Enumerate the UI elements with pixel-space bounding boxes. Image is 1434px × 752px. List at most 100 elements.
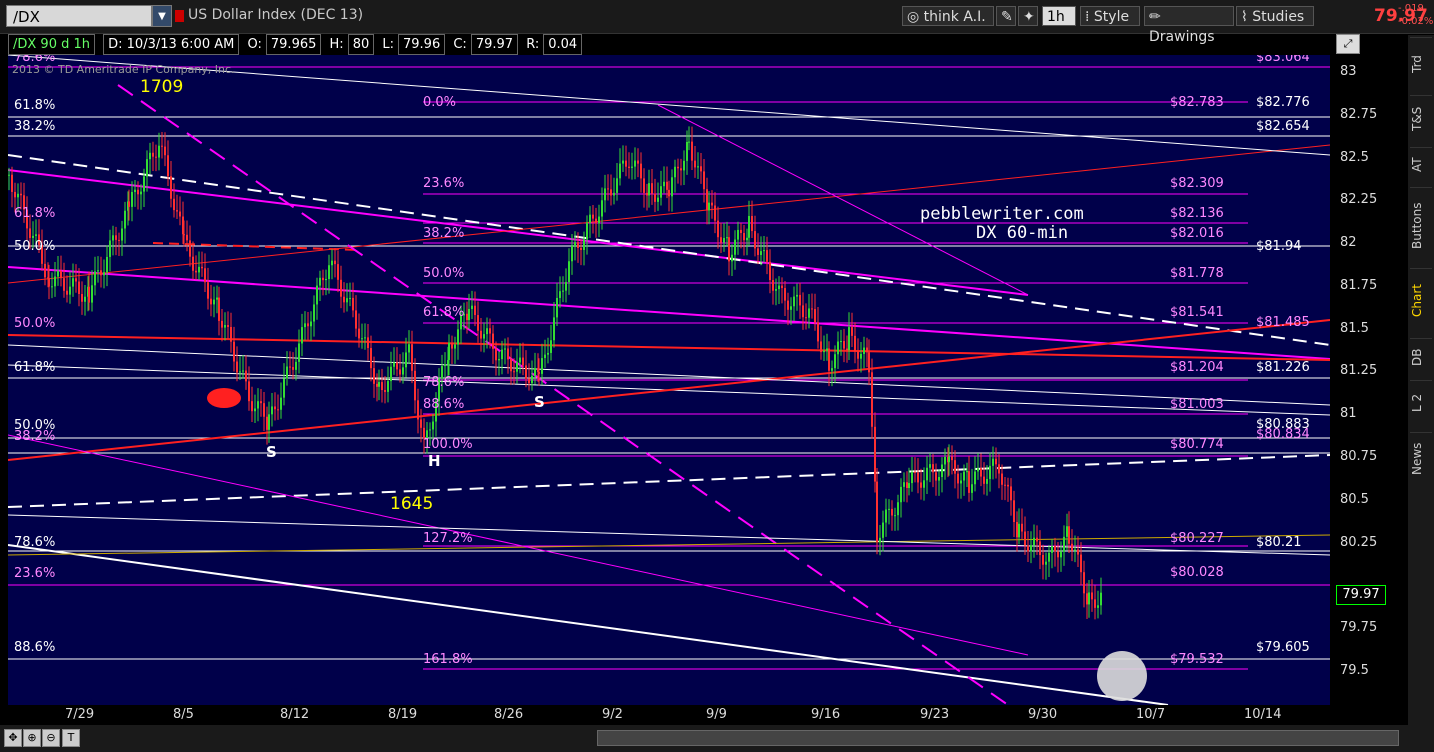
candle-body [857, 351, 859, 359]
candle-body [501, 349, 503, 360]
annotation-left-shoulder: S [266, 443, 277, 461]
candle-body [680, 168, 682, 171]
x-tick-label: 9/9 [706, 707, 727, 722]
pan-icon[interactable]: ✥ [4, 729, 22, 747]
sidebar-tab-chart[interactable]: Chart [1410, 268, 1432, 333]
annotation-right-shoulder: S [534, 393, 545, 411]
candle-body [874, 426, 876, 482]
sidebar-tab-ts[interactable]: T&S [1410, 95, 1432, 142]
candle-body [828, 348, 830, 371]
fib-price-label: $81.778 [1170, 266, 1224, 281]
sidebar-tab-l2[interactable]: L 2 [1410, 380, 1432, 425]
candle-body [751, 216, 753, 232]
trend-line [8, 514, 1330, 556]
price-chart[interactable] [8, 55, 1330, 705]
candle-body [295, 361, 297, 370]
candle-body [683, 160, 685, 171]
think-ai-button[interactable]: ◎ think A.I. [902, 6, 994, 26]
net-change: -.019 [1398, 3, 1424, 14]
candle-body [954, 460, 956, 474]
price-axis[interactable]: 83 82.75 82.5 82.25 82 81.75 81.5 81.25 81 80.75 8… [1330, 55, 1408, 705]
chevron-down-icon[interactable]: ▼ [152, 5, 172, 27]
candle-body [310, 321, 312, 327]
text-tool-icon[interactable]: T [62, 729, 80, 747]
candle-body [260, 401, 262, 404]
symbol-input[interactable]: /DX [6, 5, 152, 27]
sidebar-tab-news[interactable]: News [1410, 432, 1432, 485]
x-tick-label: 9/16 [811, 707, 841, 722]
period-button[interactable]: 1h [1042, 6, 1076, 26]
fib-price-label: $82.783 [1170, 95, 1224, 110]
x-tick-label: 10/7 [1136, 707, 1166, 722]
left-fib-label: 38.2% [14, 429, 56, 444]
candle-body [257, 401, 259, 409]
candle-body [544, 354, 546, 359]
candle-body [94, 271, 96, 286]
candle-body [592, 214, 594, 219]
candle-body [726, 237, 728, 239]
candle-body [1001, 473, 1003, 485]
candle-body [54, 276, 56, 287]
studies-button[interactable]: ⌇ Studies [1236, 6, 1314, 26]
candle-body [528, 378, 530, 384]
candle-body [507, 348, 509, 360]
fib-price-label: $80.774 [1170, 437, 1224, 452]
watermark-line2: DX 60-min [976, 223, 1069, 243]
candle-body [516, 362, 518, 372]
chart-scrollbar[interactable] [597, 730, 1399, 746]
left-fib-label: 78.6% [14, 535, 56, 550]
candle-body [1057, 551, 1059, 558]
time-axis[interactable]: 7/29 8/5 8/12 8/19 8/26 9/2 9/9 9/16 9/23 9/30 10/… [8, 705, 1330, 725]
candle-body [1080, 554, 1082, 573]
top-toolbar: /DX ▼ US Dollar Index (DEC 13) ◎ think A… [0, 0, 1434, 45]
candle-body [227, 325, 229, 327]
candle-body [492, 333, 494, 349]
candle-body [103, 272, 105, 276]
quote-info-bar: /DX 90 d 1h D: 10/3/13 6:00 AM O: 79.965 … [8, 34, 586, 55]
candle-body [195, 270, 197, 273]
sidebar-tab-trd[interactable]: Trd [1410, 37, 1432, 90]
style-button[interactable]: ⁞ Style [1080, 6, 1140, 26]
candle-body [248, 381, 250, 402]
candle-body [671, 177, 673, 197]
candle-body [1033, 537, 1035, 546]
candle-body [448, 342, 450, 361]
flag-icon [175, 10, 184, 22]
candle-body [131, 192, 133, 207]
zoom-icon[interactable]: ⤢ [1336, 34, 1360, 54]
sidebar-tab-at[interactable]: AT [1410, 147, 1432, 182]
trend-line [8, 319, 1330, 461]
candle-body [697, 166, 699, 168]
candle-body [986, 478, 988, 484]
candle-body [944, 456, 946, 465]
candle-body [920, 482, 922, 488]
candle-body [926, 467, 928, 481]
candle-body [143, 176, 145, 192]
candle-body [218, 297, 220, 321]
trend-line [657, 104, 1029, 296]
ruler-icon[interactable]: ✦ [1018, 6, 1038, 26]
candle-body [863, 347, 865, 354]
candle-body [882, 522, 884, 538]
sidebar-tab-buttons[interactable]: Buttons [1410, 187, 1432, 264]
candle-body [929, 464, 931, 468]
candle-body [88, 286, 90, 303]
candle-body [708, 202, 710, 211]
candle-body [1054, 546, 1056, 552]
sidebar-tab-db[interactable]: DB [1410, 338, 1432, 375]
wrench-icon[interactable]: ✎ [996, 6, 1016, 26]
candle-body [772, 280, 774, 291]
chart-area[interactable]: 2013 © TD Ameritrade IP Company, Inc. pe… [8, 55, 1330, 705]
candle-body [668, 189, 670, 197]
zoom-in-icon[interactable]: ⊕ [23, 729, 41, 747]
candle-body [619, 163, 621, 179]
candle-body [897, 502, 899, 516]
candle-body [230, 326, 232, 342]
candle-body [20, 193, 22, 196]
x-tick-label: 7/29 [65, 707, 95, 722]
candle-body [700, 166, 702, 172]
candle-body [879, 537, 881, 543]
trend-line [8, 454, 1330, 508]
zoom-out-icon[interactable]: ⊖ [42, 729, 60, 747]
drawings-button[interactable]: ✏ Drawings [1144, 6, 1234, 45]
